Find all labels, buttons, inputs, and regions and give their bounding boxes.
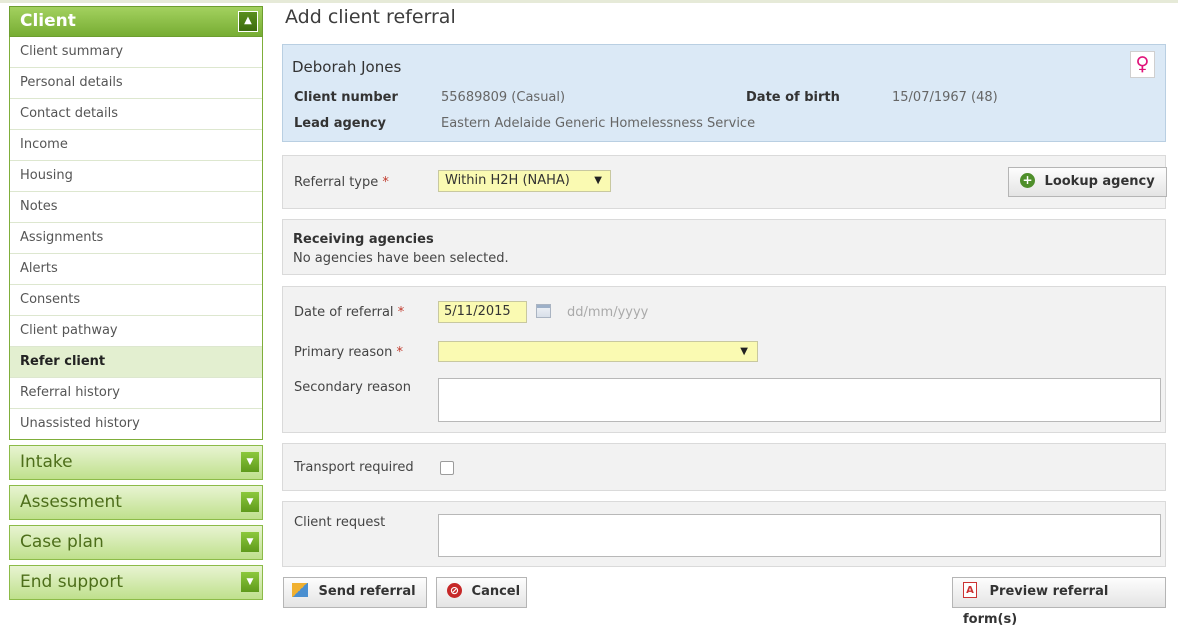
receiving-agencies-title: Receiving agencies [293, 232, 434, 247]
client-number-label: Client number [294, 90, 398, 105]
sidebar-item-client-pathway[interactable]: Client pathway [10, 316, 262, 347]
date-format-hint: dd/mm/yyyy [567, 305, 649, 320]
sidebar-item-income[interactable]: Income [10, 130, 262, 161]
chevron-down-icon: ▼ [241, 452, 259, 472]
send-referral-label: Send referral [318, 584, 416, 599]
client-request-input[interactable] [438, 514, 1161, 557]
sidebar-item-refer-client[interactable]: Refer client [10, 347, 262, 378]
sidebar-item-alerts[interactable]: Alerts [10, 254, 262, 285]
referral-details-panel: Date of referral * 5/11/2015 dd/mm/yyyy … [282, 286, 1166, 433]
calendar-icon[interactable] [536, 304, 551, 318]
client-name: Deborah Jones [292, 58, 402, 76]
plus-circle-icon: + [1020, 172, 1035, 188]
lookup-agency-button[interactable]: + Lookup agency [1008, 167, 1167, 197]
client-menu: Client summary Personal details Contact … [9, 37, 263, 440]
referral-type-label: Referral type * [294, 175, 389, 190]
transport-required-label: Transport required [294, 460, 414, 475]
client-number-value: 55689809 (Casual) [441, 90, 566, 105]
sidebar-item-contact-details[interactable]: Contact details [10, 99, 262, 130]
top-rule [0, 0, 1178, 3]
page-title: Add client referral [285, 6, 456, 28]
date-of-referral-label: Date of referral * [294, 305, 405, 320]
dropdown-arrow-icon: ▼ [740, 346, 748, 357]
assessment-section-header[interactable]: Assessment ▼ [9, 485, 263, 520]
sidebar-item-referral-history[interactable]: Referral history [10, 378, 262, 409]
sidebar-item-unassisted-history[interactable]: Unassisted history [10, 409, 262, 439]
secondary-reason-input[interactable] [438, 378, 1161, 422]
client-request-label: Client request [294, 515, 386, 530]
referral-type-value: Within H2H (NAHA) [445, 173, 570, 188]
referral-type-panel: Referral type * Within H2H (NAHA) ▼ + Lo… [282, 155, 1167, 209]
sidebar-item-housing[interactable]: Housing [10, 161, 262, 192]
primary-reason-label: Primary reason * [294, 345, 403, 360]
referral-type-select[interactable]: Within H2H (NAHA) ▼ [438, 170, 611, 192]
assessment-section-label: Assessment [20, 492, 122, 512]
sidebar-item-client-summary[interactable]: Client summary [10, 37, 262, 68]
client-request-panel: Client request [282, 501, 1166, 567]
receiving-agencies-empty: No agencies have been selected. [293, 251, 509, 266]
primary-reason-select[interactable]: ▼ [438, 341, 758, 362]
sidebar-item-consents[interactable]: Consents [10, 285, 262, 316]
sidebar-item-assignments[interactable]: Assignments [10, 223, 262, 254]
preview-referral-label: Preview referral form(s) [963, 584, 1109, 627]
transport-required-checkbox[interactable] [440, 461, 454, 475]
dropdown-arrow-icon: ▼ [594, 175, 602, 186]
intake-section-header[interactable]: Intake ▼ [9, 445, 263, 480]
lookup-agency-label: Lookup agency [1044, 174, 1155, 189]
receiving-agencies-panel: Receiving agencies No agencies have been… [282, 219, 1166, 275]
transport-panel: Transport required [282, 443, 1166, 491]
female-icon: ♀ [1130, 51, 1155, 78]
case-plan-section-label: Case plan [20, 532, 104, 552]
client-section-header[interactable]: Client ▲ [9, 6, 263, 37]
intake-section-label: Intake [20, 452, 73, 472]
sidebar-item-personal-details[interactable]: Personal details [10, 68, 262, 99]
end-support-section-header[interactable]: End support ▼ [9, 565, 263, 600]
lead-agency-value: Eastern Adelaide Generic Homelessness Se… [441, 116, 756, 131]
date-of-referral-input[interactable]: 5/11/2015 [438, 301, 527, 323]
chevron-down-icon: ▼ [241, 572, 259, 592]
client-section-label: Client [20, 11, 76, 31]
secondary-reason-label: Secondary reason [294, 380, 411, 395]
date-of-birth-label: Date of birth [746, 90, 840, 105]
cancel-button[interactable]: ⊘ Cancel [436, 577, 527, 608]
pdf-icon: A [963, 582, 977, 598]
client-info-panel: Deborah Jones ♀ Client number 55689809 (… [282, 44, 1166, 142]
chevron-down-icon: ▼ [241, 532, 259, 552]
send-icon [292, 583, 308, 597]
sidebar-item-notes[interactable]: Notes [10, 192, 262, 223]
date-of-birth-value: 15/07/1967 (48) [892, 90, 998, 105]
send-referral-button[interactable]: Send referral [283, 577, 427, 608]
preview-referral-button[interactable]: A Preview referral form(s) [952, 577, 1166, 627]
cancel-label: Cancel [471, 584, 521, 599]
cancel-icon: ⊘ [447, 582, 462, 598]
lead-agency-label: Lead agency [294, 116, 387, 131]
case-plan-section-header[interactable]: Case plan ▼ [9, 525, 263, 560]
end-support-section-label: End support [20, 572, 123, 592]
sidebar: Client ▲ Client summary Personal details… [9, 6, 263, 600]
chevron-down-icon: ▼ [241, 492, 259, 512]
chevron-up-icon: ▲ [238, 11, 258, 32]
